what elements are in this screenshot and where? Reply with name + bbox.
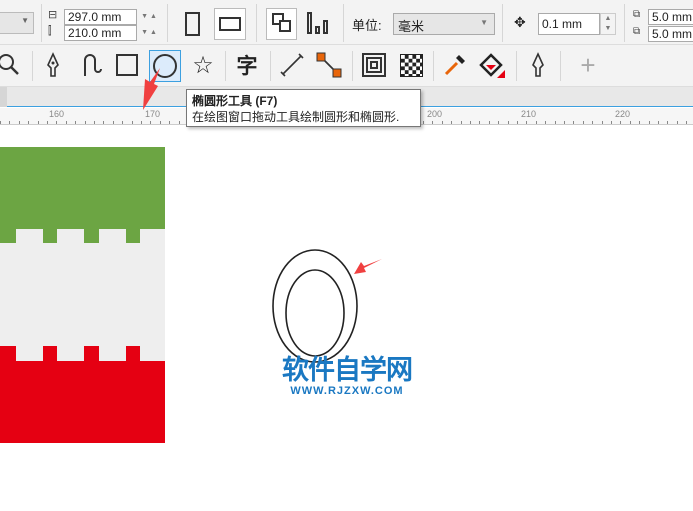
watermark-name: 软件自学网 <box>282 355 413 385</box>
tooltip-description: 在绘图窗口拖动工具绘制圆形和椭圆形. <box>192 110 400 124</box>
inner-ellipse[interactable] <box>285 269 345 357</box>
tooltip-title: 椭圆形工具 (F7) <box>192 94 278 108</box>
tooltip: 椭圆形工具 (F7) 在绘图窗口拖动工具绘制圆形和椭圆形. <box>186 89 421 127</box>
annotation-arrow <box>143 68 160 110</box>
flag-shape[interactable] <box>0 147 165 443</box>
drawing <box>0 68 382 443</box>
watermark: 软件自学网 WWW.RJZXW.COM <box>272 355 422 397</box>
watermark-url: WWW.RJZXW.COM <box>290 385 404 397</box>
annotation-arrow <box>354 259 382 274</box>
